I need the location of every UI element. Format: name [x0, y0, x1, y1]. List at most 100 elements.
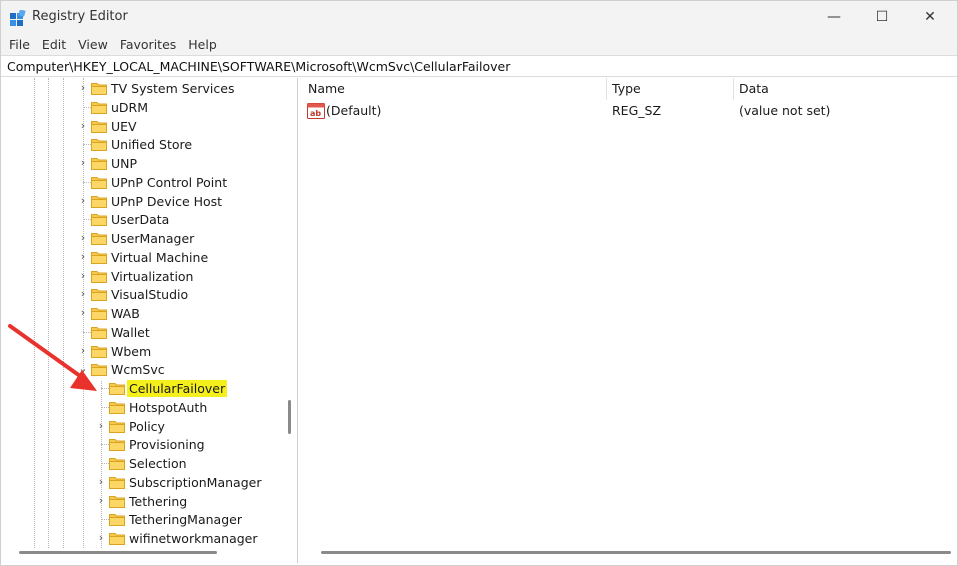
tree-item-label: SubscriptionManager — [129, 474, 262, 490]
chevron-right-icon[interactable]: › — [77, 269, 89, 283]
tree-item-visualstudio[interactable]: › VisualStudio — [4, 285, 284, 304]
folder-icon — [109, 401, 125, 414]
tree-item-label: UEV — [111, 118, 137, 134]
title-bar: Registry Editor — ☐ ✕ — [1, 1, 957, 33]
maximize-button[interactable]: ☐ — [859, 1, 905, 33]
column-header-data[interactable]: Data — [734, 78, 957, 100]
tree-item-selection[interactable]: Selection — [4, 454, 284, 473]
tree-item-label: UserManager — [111, 231, 195, 246]
close-button[interactable]: ✕ — [907, 1, 953, 33]
value-data: (value not set) — [739, 103, 831, 118]
chevron-right-icon[interactable]: › — [77, 306, 89, 320]
tree-item-wcmsvc[interactable]: ⌄ WcmSvc — [4, 360, 284, 379]
tree-item-label: wifinetworkmanager — [129, 531, 258, 546]
tree-item-label: UNP — [111, 156, 138, 171]
tree-item-virtual-machine[interactable]: › Virtual Machine — [4, 248, 284, 267]
chevron-right-icon[interactable]: › — [77, 344, 89, 358]
folder-icon — [91, 120, 107, 133]
tree-item-label: Unified Store — [111, 137, 193, 153]
value-row-default[interactable]: ab (Default) REG_SZ (value not set) — [303, 101, 957, 121]
window-title: Registry Editor — [32, 9, 128, 24]
tree-item-uev[interactable]: › UEV — [4, 117, 284, 136]
tree-item-label: WcmSvc — [111, 362, 165, 378]
tree-vertical-scrollbar[interactable] — [288, 400, 291, 434]
menu-edit[interactable]: Edit — [37, 37, 71, 52]
folder-icon — [91, 289, 107, 302]
folder-icon — [109, 476, 125, 489]
registry-editor-app-icon — [10, 10, 26, 26]
tree-item-upnp-control-point[interactable]: UPnP Control Point — [4, 173, 284, 192]
chevron-right-icon[interactable]: › — [95, 531, 107, 545]
value-type: REG_SZ — [612, 103, 662, 118]
values-horizontal-scrollbar[interactable] — [321, 551, 951, 554]
tree-item-provisioning[interactable]: Provisioning — [4, 435, 284, 454]
column-header-name[interactable]: Name — [303, 78, 607, 100]
tree-item-label: Wbem — [111, 343, 152, 359]
tree-item-subscriptionmanager[interactable]: › SubscriptionManager — [4, 473, 284, 492]
folder-icon — [91, 308, 107, 320]
tree-item-label: VisualStudio — [111, 287, 189, 303]
chevron-right-icon[interactable]: › — [77, 81, 89, 95]
tree-item-wifinetworkmanager[interactable]: › wifinetworkmanager — [4, 529, 284, 548]
tree-item-upnp-device-host[interactable]: › UPnP Device Host — [4, 192, 284, 211]
minimize-button[interactable]: — — [811, 1, 857, 33]
tree-item-label: HotspotAuth — [129, 399, 208, 415]
string-value-icon: ab — [307, 103, 325, 119]
folder-icon — [109, 383, 125, 395]
values-list[interactable]: Name Type Data ab (Default) REG_SZ (valu… — [303, 78, 957, 563]
tree-item-tetheringmanager[interactable]: TetheringManager — [4, 510, 284, 529]
chevron-down-icon[interactable]: ⌄ — [77, 362, 89, 376]
tree-item-userdata[interactable]: UserData — [4, 210, 284, 229]
tree-item-hotspotauth[interactable]: HotspotAuth — [4, 398, 284, 417]
chevron-right-icon[interactable]: › — [77, 156, 89, 170]
chevron-right-icon[interactable]: › — [95, 419, 107, 433]
tree-item-label: TetheringManager — [129, 512, 242, 528]
address-bar[interactable]: Computer\HKEY_LOCAL_MACHINE\SOFTWARE\Mic… — [1, 55, 957, 77]
tree-item-udrm[interactable]: uDRM — [4, 98, 284, 117]
tree-item-tv-system-services[interactable]: › TV System Services — [4, 79, 284, 98]
tree-item-tethering[interactable]: › Tethering — [4, 492, 284, 511]
tree-item-label: uDRM — [111, 99, 149, 115]
chevron-right-icon[interactable]: › — [77, 194, 89, 208]
chevron-right-icon[interactable]: › — [77, 250, 89, 264]
tree-item-virtualization[interactable]: › Virtualization — [4, 267, 284, 286]
chevron-right-icon[interactable]: › — [95, 475, 107, 489]
tree-item-unified-store[interactable]: Unified Store — [4, 135, 284, 154]
folder-icon — [91, 326, 107, 339]
tree-item-label: UPnP Device Host — [111, 193, 223, 209]
tree-item-policy[interactable]: › Policy — [4, 417, 284, 436]
chevron-right-icon[interactable]: › — [95, 494, 107, 508]
menu-help[interactable]: Help — [183, 37, 222, 52]
menu-file[interactable]: File — [4, 37, 35, 52]
menu-view[interactable]: View — [73, 37, 113, 52]
tree-item-label: Virtualization — [111, 268, 194, 284]
tree-item-wbem[interactable]: › Wbem — [4, 342, 284, 361]
registry-key-tree[interactable]: › TV System Services uDRM › UEV Unified Store… — [4, 78, 298, 563]
tree-item-usermanager[interactable]: › UserManager — [4, 229, 284, 248]
tree-item-label: Selection — [129, 456, 187, 471]
folder-icon — [91, 270, 107, 283]
folder-icon — [91, 364, 107, 377]
menu-bar: File Edit View Favorites Help — [1, 33, 957, 55]
tree-item-unp[interactable]: › UNP — [4, 154, 284, 173]
column-header-type[interactable]: Type — [607, 78, 734, 100]
folder-icon — [91, 139, 107, 152]
tree-item-wab[interactable]: › WAB — [4, 304, 284, 323]
folder-icon — [91, 176, 107, 189]
tree-horizontal-scrollbar[interactable] — [19, 551, 217, 554]
chevron-right-icon[interactable]: › — [77, 119, 89, 133]
tree-item-label: Virtual Machine — [111, 249, 209, 265]
folder-icon — [109, 495, 125, 508]
folder-icon — [109, 439, 125, 452]
chevron-right-icon[interactable]: › — [77, 287, 89, 301]
tree-item-label: UPnP Control Point — [111, 174, 228, 190]
folder-icon — [91, 233, 107, 245]
value-name: (Default) — [326, 103, 382, 118]
tree-item-label: Policy — [129, 418, 165, 434]
chevron-right-icon[interactable]: › — [77, 231, 89, 245]
menu-favorites[interactable]: Favorites — [115, 37, 181, 52]
folder-icon — [91, 251, 107, 264]
folder-icon — [91, 101, 107, 114]
tree-item-wallet[interactable]: Wallet — [4, 323, 284, 342]
tree-item-cellularfailover[interactable]: CellularFailover — [4, 379, 284, 398]
